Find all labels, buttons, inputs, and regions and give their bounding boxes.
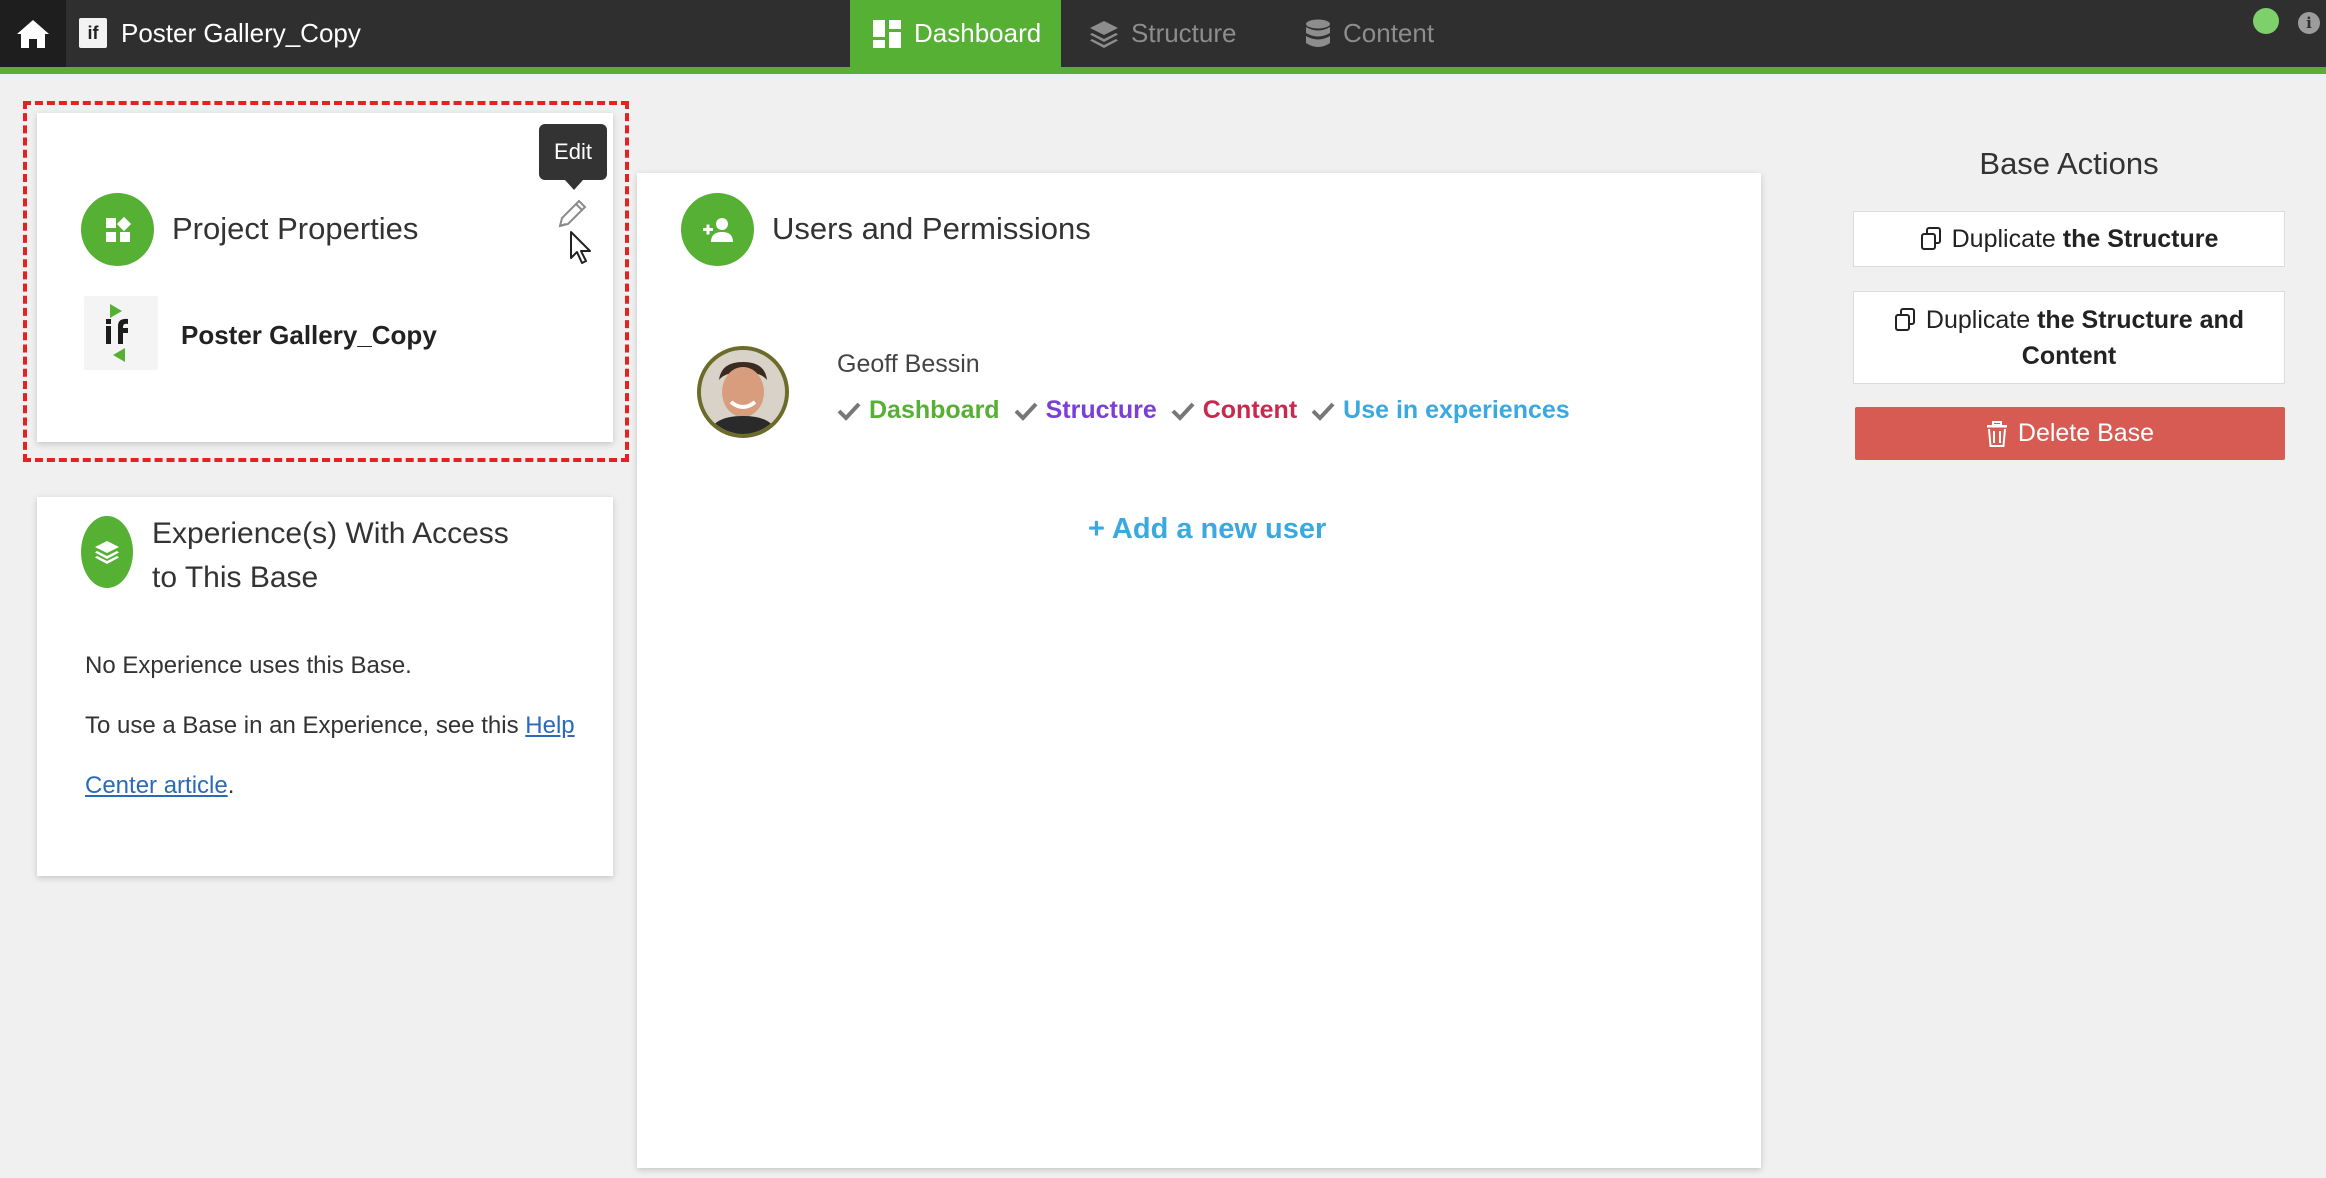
project-name: Poster Gallery_Copy bbox=[181, 320, 437, 350]
app-logo: if bbox=[79, 18, 107, 48]
project-logo bbox=[84, 296, 158, 370]
project-logo-mark bbox=[106, 304, 128, 362]
permission-structure: Structure bbox=[1014, 396, 1157, 425]
tab-structure-label: Structure bbox=[1131, 18, 1237, 48]
duplicate-label: Duplicate bbox=[1925, 305, 2031, 334]
users-icon bbox=[681, 193, 754, 266]
duplicate-structure-button[interactable]: Duplicate the Structure bbox=[1853, 211, 2285, 267]
add-person-icon bbox=[702, 217, 733, 242]
permission-label: Use in experiences bbox=[1343, 396, 1570, 424]
experiences-title-line2: to This Base bbox=[152, 561, 319, 594]
add-user-link[interactable]: + Add a new user bbox=[1088, 513, 1326, 546]
help-text-line1: To use a Base in an Experience, see this… bbox=[85, 711, 575, 741]
permission-label: Structure bbox=[1045, 396, 1157, 424]
dashboard-icon bbox=[873, 19, 901, 48]
top-bar-accent-line bbox=[0, 67, 2326, 74]
mouse-cursor-icon bbox=[570, 231, 591, 264]
user-name: Geoff Bessin bbox=[837, 350, 980, 378]
status-indicator bbox=[2253, 8, 2279, 34]
help-text-line2: Center article. bbox=[85, 771, 234, 801]
tab-dashboard-label: Dashboard bbox=[914, 18, 1042, 48]
home-button[interactable] bbox=[0, 0, 66, 67]
project-title: Poster Gallery_Copy bbox=[121, 18, 361, 48]
permission-label: Dashboard bbox=[869, 396, 1000, 424]
help-link-1[interactable]: Help bbox=[525, 712, 574, 739]
home-icon bbox=[17, 19, 49, 48]
users-permissions-card bbox=[637, 173, 1761, 1168]
permission-content: Content bbox=[1171, 396, 1297, 425]
copy-icon bbox=[1920, 227, 1941, 250]
check-icon bbox=[1014, 402, 1038, 421]
duplicate-structure-bold: the Structure bbox=[2062, 224, 2219, 253]
edit-tooltip: Edit bbox=[539, 124, 607, 190]
database-icon bbox=[1306, 19, 1330, 47]
permissions-row: Dashboard Structure Content Use in exper… bbox=[837, 396, 1584, 425]
check-icon bbox=[1311, 402, 1335, 421]
avatar bbox=[697, 346, 789, 438]
stack-icon bbox=[95, 541, 119, 564]
tab-structure[interactable]: Structure bbox=[1067, 0, 1259, 67]
avatar-portrait bbox=[701, 350, 785, 434]
permission-use-in-experiences: Use in experiences bbox=[1311, 396, 1570, 425]
permission-label: Content bbox=[1202, 396, 1298, 424]
delete-base-button[interactable]: Delete Base bbox=[1855, 407, 2285, 460]
info-icon[interactable]: i bbox=[2298, 12, 2320, 34]
duplicate-both-bold-2: Content bbox=[2021, 341, 2117, 370]
project-properties-icon bbox=[81, 193, 154, 266]
app-logo-text: if bbox=[87, 22, 99, 43]
project-properties-title: Project Properties bbox=[172, 211, 419, 246]
check-icon bbox=[1171, 402, 1195, 421]
users-permissions-title: Users and Permissions bbox=[772, 211, 1091, 246]
help-link-2[interactable]: Center article bbox=[85, 772, 228, 799]
tab-content-label: Content bbox=[1343, 18, 1435, 48]
pencil-icon[interactable] bbox=[556, 197, 588, 231]
layers-icon bbox=[1090, 20, 1118, 48]
experiences-title: Experience(s) With Access to This Base bbox=[152, 512, 509, 600]
trash-icon bbox=[1986, 420, 2007, 447]
copy-icon bbox=[1894, 307, 1915, 331]
tab-content[interactable]: Content bbox=[1283, 0, 1459, 67]
permission-dashboard: Dashboard bbox=[837, 396, 1000, 425]
no-experience-text: No Experience uses this Base. bbox=[85, 652, 412, 679]
help-suffix: . bbox=[227, 772, 235, 799]
experiences-title-line1: Experience(s) With Access bbox=[152, 517, 509, 550]
experiences-icon bbox=[81, 516, 133, 588]
duplicate-structure-content-button[interactable]: Duplicate the Structure and Content bbox=[1853, 291, 2285, 384]
delete-base-label: Delete Base bbox=[2017, 419, 2155, 447]
help-prefix: To use a Base in an Experience, see this bbox=[85, 712, 519, 739]
widgets-icon bbox=[105, 216, 131, 242]
duplicate-label: Duplicate bbox=[1951, 224, 2056, 253]
base-actions-title: Base Actions bbox=[1979, 146, 2159, 181]
duplicate-both-bold-1: the Structure and bbox=[2037, 305, 2245, 334]
check-icon bbox=[837, 402, 861, 421]
tab-dashboard[interactable]: Dashboard bbox=[850, 0, 1061, 67]
